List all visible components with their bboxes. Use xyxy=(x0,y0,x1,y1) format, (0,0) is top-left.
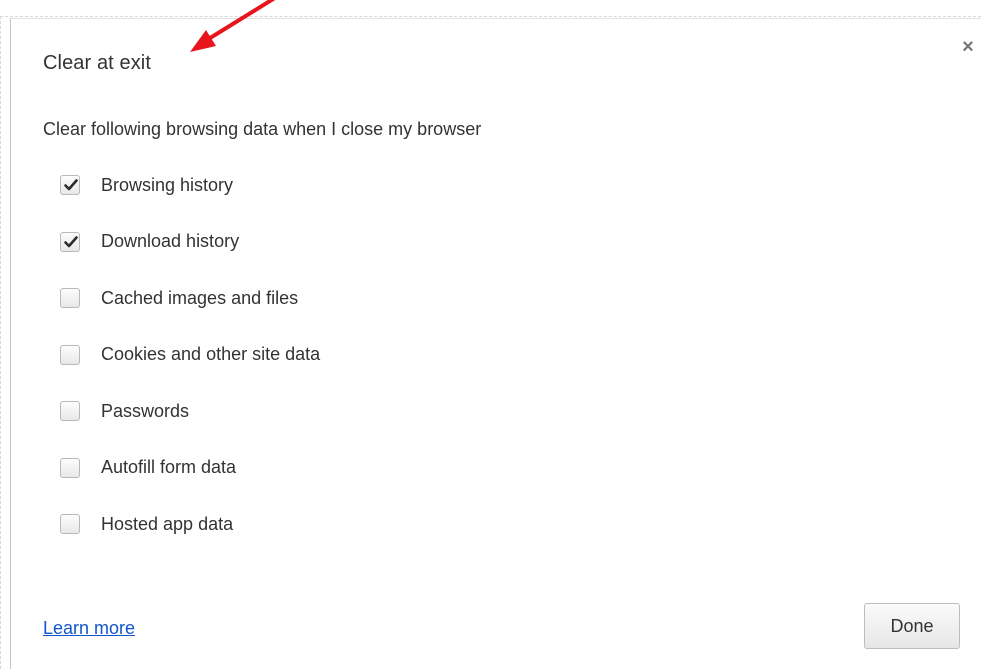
option-autofill[interactable]: Autofill form data xyxy=(60,454,320,482)
checkbox-browsing-history[interactable] xyxy=(60,175,80,195)
annotation-arrow-icon xyxy=(190,0,276,52)
background-dashed-border-top xyxy=(0,16,981,17)
checkbox-hosted-app-data[interactable] xyxy=(60,514,80,534)
close-icon: × xyxy=(962,36,974,58)
option-browsing-history[interactable]: Browsing history xyxy=(60,171,320,199)
background-dashed-border-left xyxy=(0,16,1,669)
option-label: Cookies and other site data xyxy=(101,344,321,364)
checkbox-autofill[interactable] xyxy=(60,457,80,478)
checkmark-icon xyxy=(64,179,78,191)
option-cookies[interactable]: Cookies and other site data xyxy=(60,341,320,369)
option-label: Hosted app data xyxy=(101,513,234,534)
option-hosted-app-data[interactable]: Hosted app data xyxy=(60,510,320,538)
checkbox-cookies[interactable] xyxy=(60,344,80,365)
option-label: Cached images and files xyxy=(101,287,299,308)
checkbox-passwords[interactable] xyxy=(60,401,80,421)
checkbox-cached-images[interactable] xyxy=(60,288,80,308)
done-button[interactable]: Done xyxy=(864,603,960,649)
option-passwords[interactable]: Passwords xyxy=(60,397,320,425)
clear-at-exit-dialog: Clear at exit × Clear following browsing… xyxy=(10,18,981,669)
option-label: Autofill form data xyxy=(101,457,237,477)
option-label: Browsing history xyxy=(101,174,234,195)
option-label: Passwords xyxy=(101,400,190,421)
clear-options-list: Browsing history Download history Cached… xyxy=(60,171,320,567)
close-button[interactable]: × xyxy=(957,36,979,58)
option-label: Download history xyxy=(101,231,240,251)
option-download-history[interactable]: Download history xyxy=(60,228,320,256)
checkbox-download-history[interactable] xyxy=(60,231,80,252)
option-cached-images[interactable]: Cached images and files xyxy=(60,284,320,312)
page: Clear at exit × Clear following browsing… xyxy=(0,0,981,669)
dialog-title: Clear at exit xyxy=(43,52,152,74)
learn-more-link[interactable]: Learn more xyxy=(43,618,135,639)
checkmark-icon xyxy=(64,235,78,247)
dialog-description: Clear following browsing data when I clo… xyxy=(43,119,482,139)
